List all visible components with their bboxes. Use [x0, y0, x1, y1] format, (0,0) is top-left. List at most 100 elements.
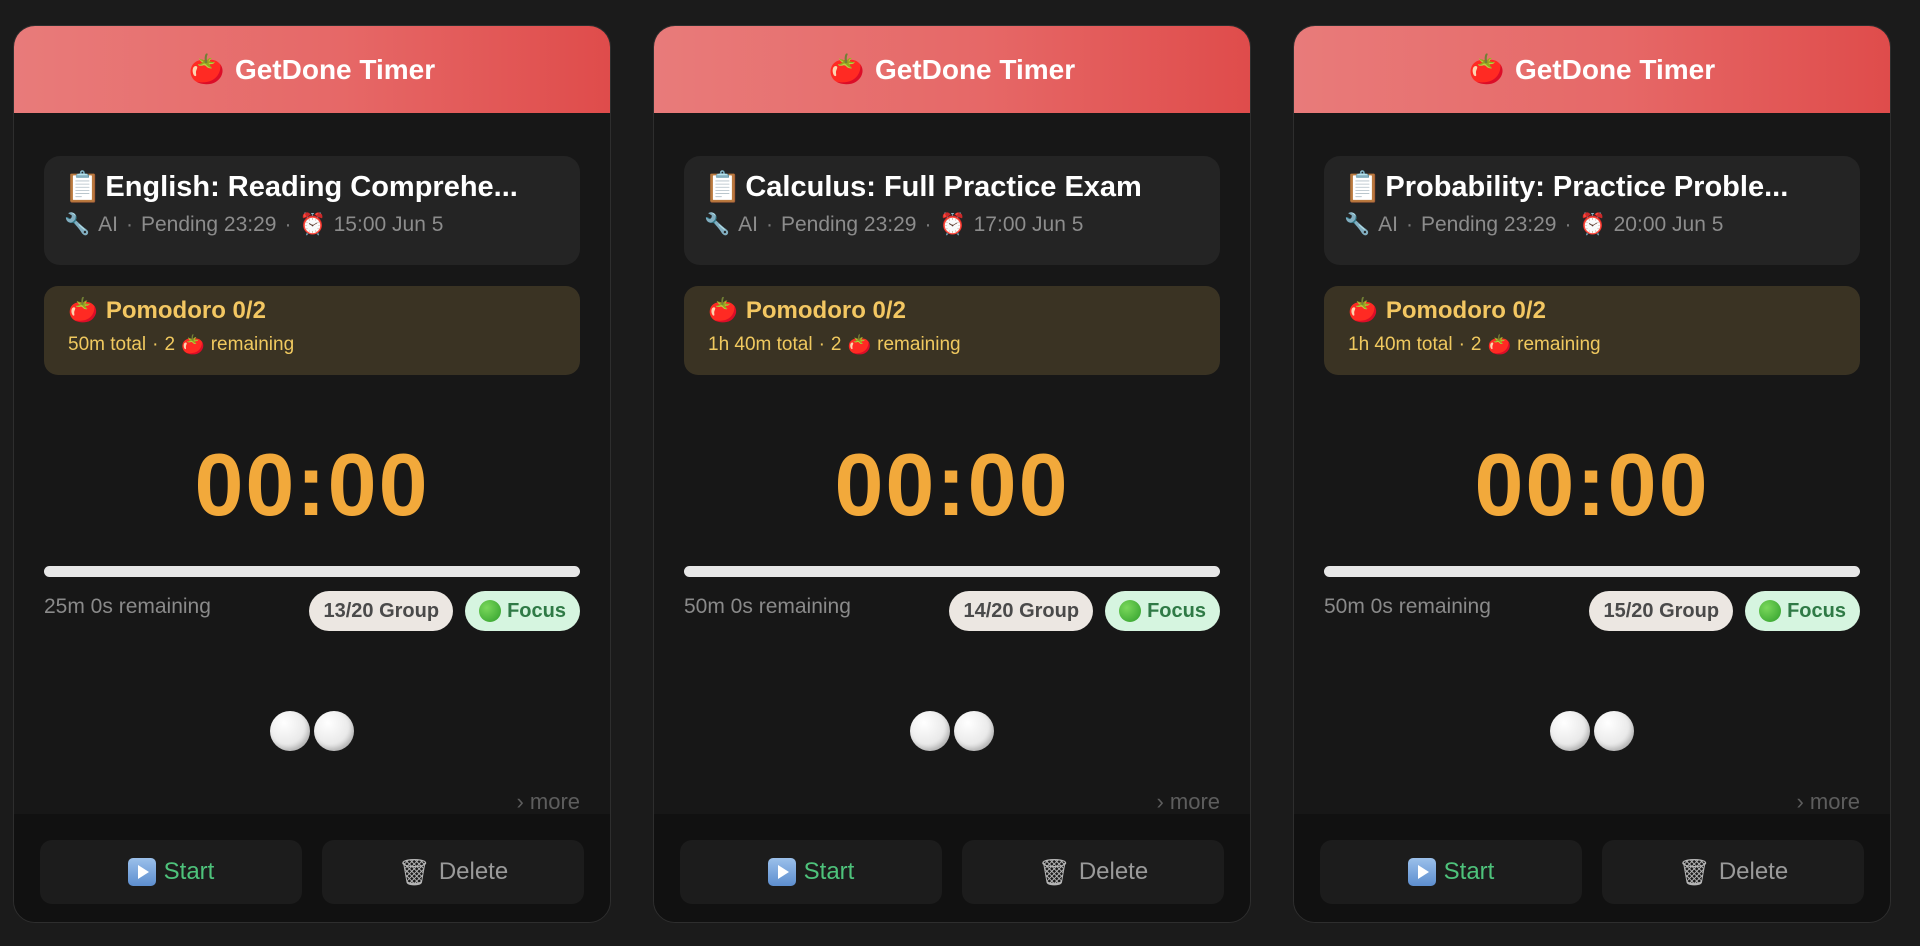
tomato-icon: 🍅 — [708, 297, 738, 324]
separator: · — [1406, 213, 1413, 236]
tomato-icon: 🍅 — [1468, 53, 1505, 86]
task-title: Calculus: Full Practice Exam — [745, 171, 1142, 203]
badges: 13/20 Group Focus — [309, 591, 580, 631]
clipboard-icon: 📋 — [1344, 171, 1382, 204]
app-title: GetDone Timer — [1514, 53, 1716, 85]
pomodoro-indicators — [654, 711, 1250, 751]
play-icon — [767, 858, 796, 886]
separator: · — [152, 334, 159, 355]
delete-label: Delete — [1718, 858, 1789, 885]
start-button[interactable]: Start — [1320, 840, 1582, 904]
badges: 15/20 Group Focus — [1589, 591, 1860, 631]
focus-badge: Focus — [1105, 591, 1220, 631]
card-header: 🍅 GetDone Timer — [14, 26, 610, 113]
more-link[interactable]: › more — [1156, 789, 1220, 815]
white-circle-icon — [1594, 711, 1634, 751]
timer-card: 🍅 GetDone Timer 📋 Probability: Practice … — [1293, 25, 1891, 923]
wrench-icon: 🔧 — [1344, 213, 1371, 236]
white-circle-icon — [314, 711, 354, 751]
task-tool: AI — [738, 213, 758, 236]
pomodoro-title: Pomodoro 0/2 — [105, 296, 266, 324]
delete-button[interactable]: 🗑 Delete — [962, 840, 1224, 904]
separator: · — [284, 213, 292, 236]
start-label: Start — [1443, 858, 1495, 885]
clipboard-icon: 📋 — [704, 171, 742, 204]
white-circle-icon — [954, 711, 994, 751]
trash-icon: 🗑 — [397, 856, 431, 887]
pomodoro-remaining-label: remaining — [1517, 334, 1601, 355]
task-info[interactable]: 📋 Probability: Practice Proble... 🔧 AI ·… — [1324, 156, 1860, 265]
timer-card: 🍅 GetDone Timer 📋 Calculus: Full Practic… — [653, 25, 1251, 923]
pomodoro-remaining-count: 2 — [164, 334, 176, 355]
progress-bar — [684, 566, 1220, 577]
start-button[interactable]: Start — [680, 840, 942, 904]
wrench-icon: 🔧 — [64, 213, 91, 236]
alarm-clock-icon: ⏰ — [299, 213, 326, 236]
time-remaining: 50m 0s remaining — [1324, 595, 1491, 618]
task-meta: 🔧 AI · Pending 23:29 · ⏰ 20:00 Jun 5 — [1344, 213, 1840, 237]
card-header: 🍅 GetDone Timer — [654, 26, 1250, 113]
tomato-icon: 🍅 — [188, 53, 225, 86]
green-circle-icon — [1759, 600, 1782, 622]
pomodoro-panel: 🍅 Pomodoro 0/2 1h 40m total · 2 🍅 remain… — [684, 286, 1220, 375]
timer-display: 00:00 — [194, 435, 430, 534]
group-badge: 15/20 Group — [1589, 591, 1734, 631]
task-info[interactable]: 📋 English: Reading Comprehe... 🔧 AI · Pe… — [44, 156, 580, 265]
pomodoro-title: Pomodoro 0/2 — [1385, 296, 1546, 324]
delete-label: Delete — [1078, 858, 1149, 885]
start-label: Start — [803, 858, 855, 885]
wrench-icon: 🔧 — [704, 213, 731, 236]
tomato-icon: 🍅 — [828, 53, 865, 86]
more-link[interactable]: › more — [516, 789, 580, 815]
pomodoro-indicators — [1294, 711, 1890, 751]
focus-badge: Focus — [1745, 591, 1860, 631]
task-title: Probability: Practice Proble... — [1385, 171, 1789, 203]
play-icon — [127, 858, 156, 886]
task-title: English: Reading Comprehe... — [105, 171, 518, 203]
pomodoro-title-row: 🍅 Pomodoro 0/2 — [68, 296, 556, 325]
card-header: 🍅 GetDone Timer — [1294, 26, 1890, 113]
time-remaining: 50m 0s remaining — [684, 595, 851, 618]
clipboard-icon: 📋 — [64, 171, 102, 204]
task-status: Pending 23:29 — [1421, 213, 1557, 236]
tomato-icon: 🍅 — [181, 335, 205, 356]
pomodoro-total: 50m total — [68, 334, 147, 355]
pomodoro-title-row: 🍅 Pomodoro 0/2 — [708, 296, 1196, 325]
task-due: 20:00 Jun 5 — [1613, 213, 1724, 236]
delete-button[interactable]: 🗑 Delete — [1602, 840, 1864, 904]
task-due: 17:00 Jun 5 — [973, 213, 1084, 236]
task-title-row: 📋 Calculus: Full Practice Exam — [704, 170, 1200, 205]
start-button[interactable]: Start — [40, 840, 302, 904]
delete-button[interactable]: 🗑 Delete — [322, 840, 584, 904]
group-badge: 14/20 Group — [949, 591, 1094, 631]
white-circle-icon — [270, 711, 310, 751]
task-due: 15:00 Jun 5 — [333, 213, 444, 236]
task-status: Pending 23:29 — [141, 213, 277, 236]
badges: 14/20 Group Focus — [949, 591, 1220, 631]
pomodoro-title-row: 🍅 Pomodoro 0/2 — [1348, 296, 1836, 325]
start-label: Start — [163, 858, 215, 885]
pomodoro-title: Pomodoro 0/2 — [745, 296, 906, 324]
focus-label: Focus — [507, 599, 566, 622]
play-icon — [1407, 858, 1436, 886]
trash-icon: 🗑 — [1037, 856, 1071, 887]
separator: · — [1458, 334, 1465, 355]
pomodoro-remaining-label: remaining — [877, 334, 961, 355]
trash-icon: 🗑 — [1677, 856, 1711, 887]
task-tool: AI — [98, 213, 118, 236]
tomato-icon: 🍅 — [1348, 297, 1378, 324]
focus-label: Focus — [1147, 599, 1206, 622]
pomodoro-panel: 🍅 Pomodoro 0/2 1h 40m total · 2 🍅 remain… — [1324, 286, 1860, 375]
separator: · — [766, 213, 773, 236]
white-circle-icon — [910, 711, 950, 751]
pomodoro-total: 1h 40m total — [708, 334, 813, 355]
more-link[interactable]: › more — [1796, 789, 1860, 815]
pomodoro-remaining-count: 2 — [830, 334, 842, 355]
timer-display: 00:00 — [834, 435, 1070, 534]
focus-badge: Focus — [465, 591, 580, 631]
separator: · — [924, 213, 932, 236]
alarm-clock-icon: ⏰ — [939, 213, 966, 236]
task-info[interactable]: 📋 Calculus: Full Practice Exam 🔧 AI · Pe… — [684, 156, 1220, 265]
progress-bar — [44, 566, 580, 577]
timer-display: 00:00 — [1474, 435, 1710, 534]
